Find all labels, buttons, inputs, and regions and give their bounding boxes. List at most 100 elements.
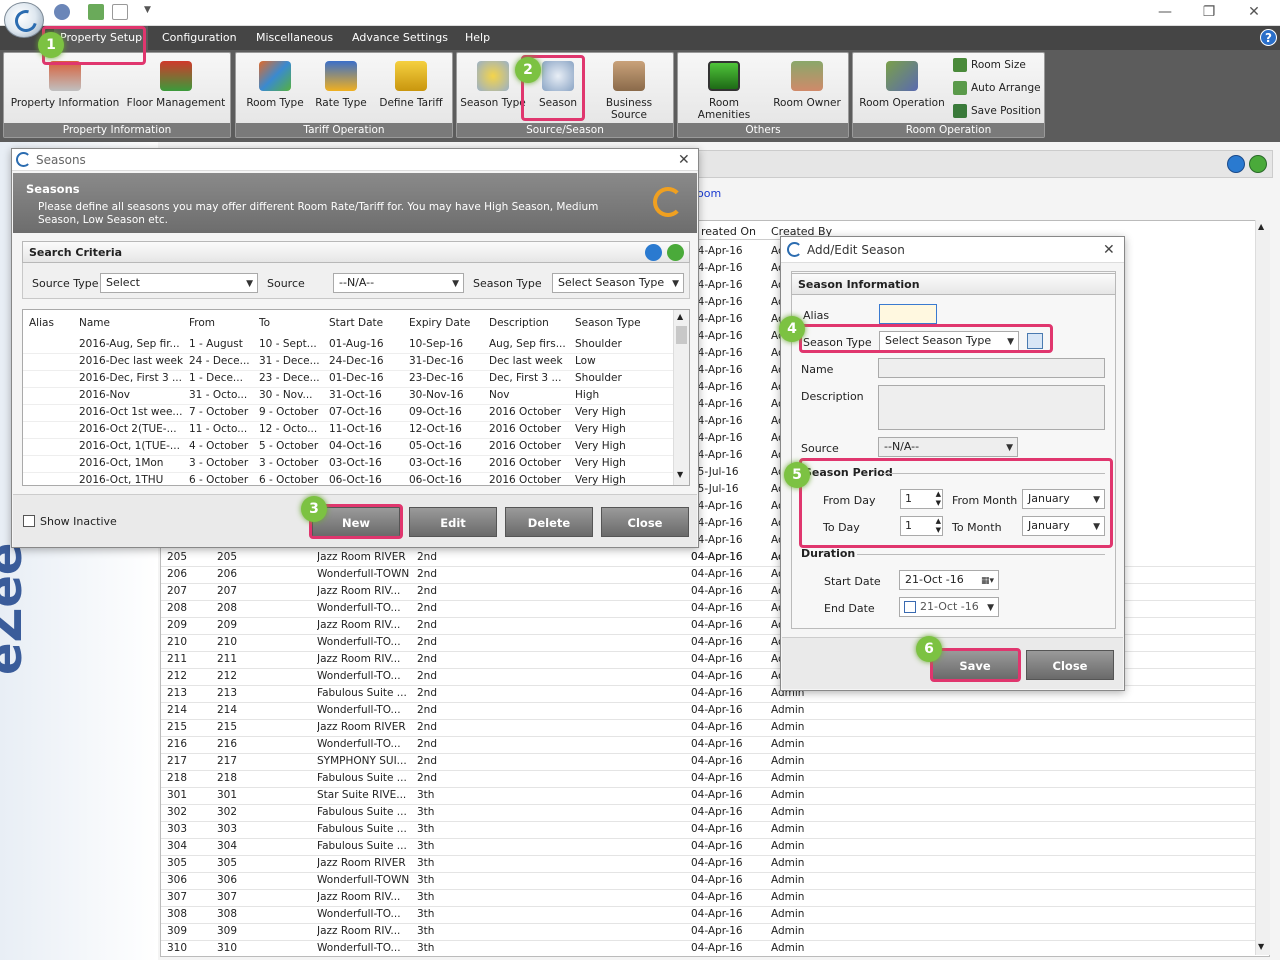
quick-access-dropdown-icon[interactable]: ▼ [144, 5, 151, 15]
dialog-close-button[interactable]: Close [1026, 650, 1114, 680]
grid-header-created-on[interactable]: reated On [701, 225, 756, 238]
business-source-button[interactable]: Business Source [587, 61, 671, 121]
end-date-checkbox[interactable] [904, 601, 916, 613]
column-header[interactable]: Description [489, 317, 549, 329]
room-type-button[interactable]: Room Type [240, 61, 310, 117]
user-icon[interactable] [54, 4, 70, 20]
table-row[interactable]: 2016-Oct 2(TUE-... 11 - Octo... 12 - Octo.… [23, 422, 673, 439]
tools-icon[interactable] [88, 4, 104, 20]
table-row[interactable]: 218 218 Fabulous Suite ... 2nd 04-Apr-16 Admi… [161, 771, 1256, 788]
grid-cell: Admin [771, 772, 805, 784]
table-scrollbar[interactable]: ▲ ▼ [673, 310, 689, 485]
column-header[interactable]: Name [79, 317, 110, 329]
seasons-close-icon[interactable]: ✕ [678, 149, 690, 171]
season-cell: 10 - Sept... [259, 338, 317, 350]
season-cell: 2016 October [489, 423, 562, 435]
save-position-button[interactable]: Save Position [953, 101, 1041, 121]
alias-input[interactable] [879, 304, 937, 324]
column-header[interactable]: From [189, 317, 215, 329]
grid-cell: 2nd [417, 602, 438, 614]
room-size-button[interactable]: Room Size [953, 55, 1026, 75]
app-logo-icon[interactable] [4, 2, 44, 38]
close-button[interactable]: Close [601, 507, 689, 537]
column-header[interactable]: To [259, 317, 270, 329]
help-icon[interactable]: ? [1260, 29, 1277, 46]
refresh-icon[interactable] [1249, 155, 1267, 173]
source-type-select[interactable]: Select ▼ [100, 273, 258, 293]
source-select[interactable]: --N/A-- ▼ [878, 437, 1018, 457]
season-type-select[interactable]: Select Season Type ▼ [552, 273, 684, 293]
minimize-button[interactable]: — [1156, 3, 1174, 21]
table-row[interactable]: 308 308 Wonderfull-TO... 3th 04-Apr-16 Admin [161, 907, 1256, 924]
rate-type-button[interactable]: Rate Type [310, 61, 372, 117]
close-window-button[interactable]: ✕ [1245, 3, 1263, 21]
table-row[interactable]: 2016-Aug, Sep fir... 1 - August 10 - Sept.… [23, 337, 673, 354]
source-select[interactable]: --N/A-- ▼ [333, 273, 464, 293]
refresh-icon[interactable] [667, 244, 684, 261]
define-tariff-button[interactable]: Define Tariff [374, 61, 448, 117]
table-row[interactable]: 214 214 Wonderfull-TO... 2nd 04-Apr-16 Admin [161, 703, 1256, 720]
report-icon[interactable] [112, 4, 128, 20]
show-inactive-checkbox[interactable] [23, 515, 35, 527]
season-cell: 2016-Nov [79, 389, 131, 401]
table-row[interactable]: 2016-Nov 31 - Octo... 30 - Nov... 31-Oct-16… [23, 388, 673, 405]
grid-cell: 04-Apr-16 [691, 619, 743, 631]
property-information-button[interactable]: Property Information [10, 61, 120, 117]
ribbon-group-room-operation: Room Operation Room Size Auto Arrange Sa… [852, 52, 1045, 138]
table-row[interactable]: 216 216 Wonderfull-TO... 2nd 04-Apr-16 Admin [161, 737, 1256, 754]
table-row[interactable]: 2016-Oct, 1Mon 3 - October 3 - October 03-O… [23, 456, 673, 473]
table-row[interactable]: 305 305 Jazz Room RIVER 3th 04-Apr-16 Admin [161, 856, 1256, 873]
search-icon[interactable] [1227, 155, 1245, 173]
room-operation-button[interactable]: Room Operation [855, 61, 949, 117]
start-date-picker[interactable]: 21-Oct -16 ▦▾ [899, 570, 999, 590]
scroll-thumb[interactable] [676, 326, 687, 344]
column-header[interactable]: Start Date [329, 317, 383, 329]
table-row[interactable]: 2016-Oct, 1THU 6 - October 6 - October 06-O… [23, 473, 673, 485]
table-row[interactable]: 309 309 Jazz Room RIV... 3th 04-Apr-16 Admin [161, 924, 1256, 941]
delete-button[interactable]: Delete [505, 507, 593, 537]
table-row[interactable]: 306 306 Wonderfull-TOWN 3th 04-Apr-16 Admin [161, 873, 1256, 890]
restore-button[interactable]: ❐ [1200, 3, 1218, 21]
edit-button[interactable]: Edit [409, 507, 497, 537]
column-header[interactable]: Alias [29, 317, 54, 329]
column-header[interactable]: Season Type [575, 317, 641, 329]
table-row[interactable]: 307 307 Jazz Room RIV... 3th 04-Apr-16 Admin [161, 890, 1256, 907]
scroll-up-icon[interactable]: ▲ [677, 312, 683, 321]
menu-help[interactable]: Help [459, 26, 496, 50]
menu-advance-settings[interactable]: Advance Settings [346, 26, 454, 50]
room-owner-button[interactable]: Room Owner [768, 61, 846, 117]
scroll-down-icon[interactable]: ▼ [677, 470, 683, 479]
scroll-down-icon[interactable]: ▼ [1258, 942, 1264, 951]
table-row[interactable]: 304 304 Fabulous Suite ... 3th 04-Apr-16 Admi… [161, 839, 1256, 856]
table-row[interactable]: 301 301 Star Suite RIVE... 3th 04-Apr-16 Admi… [161, 788, 1256, 805]
grid-cell: SYMPHONY SUI... [317, 755, 407, 767]
auto-arrange-button[interactable]: Auto Arrange [953, 78, 1041, 98]
table-row[interactable]: 2016-Dec, First 3 ... 1 - Dece... 23 - Dec… [23, 371, 673, 388]
season-cell: 3 - October [189, 457, 249, 469]
menu-miscellaneous[interactable]: Miscellaneous [250, 26, 339, 50]
table-row[interactable]: 215 215 Jazz Room RIVER 2nd 04-Apr-16 Admin [161, 720, 1256, 737]
menu-configuration[interactable]: Configuration [156, 26, 243, 50]
table-row[interactable]: 217 217 SYMPHONY SUI... 2nd 04-Apr-16 Admin [161, 754, 1256, 771]
description-input[interactable] [878, 385, 1105, 430]
name-input[interactable] [878, 358, 1105, 378]
table-row[interactable]: 2016-Oct 1st wee... 7 - October 9 - Octobe… [23, 405, 673, 422]
search-icon[interactable] [645, 244, 662, 261]
scroll-up-icon[interactable]: ▲ [1258, 222, 1264, 231]
grid-scrollbar[interactable]: ▲ ▼ [1255, 220, 1270, 955]
end-date-picker[interactable]: 21-Oct -16 ▼ [899, 597, 999, 617]
grid-cell: 309 [217, 925, 238, 937]
room-list-link[interactable]: oom [697, 187, 721, 200]
table-row[interactable]: 303 303 Fabulous Suite ... 3th 04-Apr-16 Admi… [161, 822, 1256, 839]
table-row[interactable]: 2016-Oct, 1(TUE-... 4 - October 5 - Octobe… [23, 439, 673, 456]
table-row[interactable]: 310 310 Wonderfull-TO... 3th 04-Apr-16 Admin [161, 941, 1256, 956]
table-row[interactable]: 2016-Dec last week 24 - Dece... 31 - Dece.… [23, 354, 673, 371]
floor-management-button[interactable]: Floor Management [122, 61, 230, 117]
column-header[interactable]: Expiry Date [409, 317, 470, 329]
grid-cell: Admin [771, 840, 805, 852]
calendar-icon[interactable]: ▦▾ [981, 572, 994, 589]
room-amenities-button[interactable]: Room Amenities [682, 61, 766, 121]
chevron-down-icon: ▼ [672, 279, 679, 289]
dialog-close-icon[interactable]: ✕ [1103, 237, 1115, 263]
table-row[interactable]: 302 302 Fabulous Suite ... 3th 04-Apr-16 Admi… [161, 805, 1256, 822]
